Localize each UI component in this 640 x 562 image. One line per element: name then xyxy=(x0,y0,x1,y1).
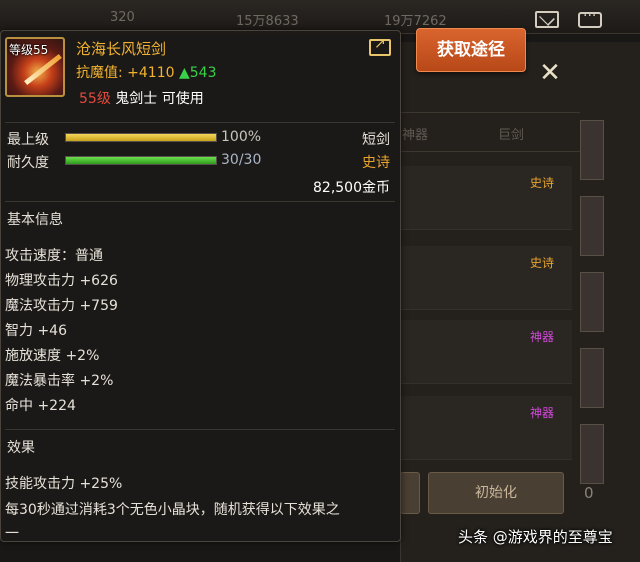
effect-line: 每30秒通过消耗3个无色小晶块，随机获得以下效果之 xyxy=(5,502,340,518)
grade-badge: 神器 xyxy=(529,406,554,420)
top-stat-3: 19万7262 xyxy=(384,14,447,29)
divider xyxy=(5,429,395,430)
side-item-slot[interactable] xyxy=(580,272,604,332)
chat-icon[interactable] xyxy=(578,8,602,28)
tab-artifact[interactable]: 神器 xyxy=(402,124,428,143)
durability-bar-fill xyxy=(66,157,216,164)
resist-increase: ▲543 xyxy=(178,65,217,81)
weapon-type: 短剑 xyxy=(362,132,390,148)
requirement-line: 55级 鬼剑士 可使用 xyxy=(79,88,204,108)
grade-badge: 史诗 xyxy=(529,176,554,190)
side-item-slot[interactable] xyxy=(580,348,604,408)
sword-icon: 等级55 xyxy=(5,37,65,97)
divider xyxy=(5,201,395,202)
list-item[interactable]: 史诗 xyxy=(400,166,572,230)
resist-value: +4110 xyxy=(127,65,175,81)
basic-info-title: 基本信息 xyxy=(7,212,63,228)
durability-label: 耐久度 xyxy=(7,155,49,171)
upgrade-bar xyxy=(65,133,217,142)
required-class: 鬼剑士 可使用 xyxy=(115,91,204,107)
item-level-tag: 等级55 xyxy=(9,43,49,57)
effect-line: 技能攻击力 +25% xyxy=(5,476,123,492)
top-status-bar: 320 15万8633 19万7262 xyxy=(0,0,640,34)
upgrade-label: 最上级 xyxy=(7,132,49,148)
list-item[interactable]: 史诗 xyxy=(400,246,572,310)
upgrade-bar-fill xyxy=(66,134,216,141)
mail-icon[interactable] xyxy=(535,11,559,28)
item-price: 82,500金币 xyxy=(313,180,390,196)
tab-greatsword[interactable]: 巨剑 xyxy=(498,124,524,143)
side-item-slot[interactable] xyxy=(580,120,604,180)
stat-intelligence: 智力 +46 xyxy=(5,323,67,339)
stat-magic-crit: 魔法暴击率 +2% xyxy=(5,373,114,389)
stat-magic-attack: 魔法攻击力 +759 xyxy=(5,298,118,314)
grade-badge: 神器 xyxy=(529,330,554,344)
top-stat-1: 320 xyxy=(110,10,135,25)
durability-value: 30/30 xyxy=(221,152,262,168)
stat-attack-speed: 攻击速度：普通 xyxy=(5,248,103,264)
get-source-button[interactable]: 获取途径 xyxy=(416,28,526,72)
grade-badge: 史诗 xyxy=(529,256,554,270)
side-item-slot[interactable] xyxy=(580,424,604,484)
stat-hit: 命中 +224 xyxy=(5,398,76,414)
upgrade-value: 100% xyxy=(221,129,262,145)
side-item-slot[interactable] xyxy=(580,196,604,256)
stat-cast-speed: 施放速度 +2% xyxy=(5,348,100,364)
watermark: 头条 @游戏界的至尊宝 xyxy=(458,528,613,546)
resist-label: 抗魔值: xyxy=(76,65,123,81)
resist-line: 抗魔值: +4110 ▲543 xyxy=(76,62,216,82)
item-tooltip: 等级55 沧海长风短剑 抗魔值: +4110 ▲543 55级 鬼剑士 可使用 … xyxy=(0,30,401,542)
top-stat-2: 15万8633 xyxy=(236,14,299,29)
blade-shape xyxy=(24,53,62,86)
stat-physical-attack: 物理攻击力 +626 xyxy=(5,273,118,289)
close-icon[interactable]: ✕ xyxy=(533,56,567,90)
divider xyxy=(5,122,395,123)
required-level: 55级 xyxy=(79,91,111,107)
left-partial-button[interactable] xyxy=(400,472,420,514)
item-name: 沧海长风短剑 xyxy=(76,40,167,58)
partial-digit: 0 xyxy=(584,484,594,502)
effect-line: 一 xyxy=(5,526,19,542)
reset-button[interactable]: 初始化 xyxy=(428,472,564,514)
share-icon[interactable] xyxy=(369,36,391,56)
effects-title: 效果 xyxy=(7,440,35,456)
durability-bar xyxy=(65,156,217,165)
grade-badge: 史诗 xyxy=(362,155,390,171)
list-item[interactable]: 神器 xyxy=(400,320,572,384)
list-item[interactable]: 神器 xyxy=(400,396,572,460)
